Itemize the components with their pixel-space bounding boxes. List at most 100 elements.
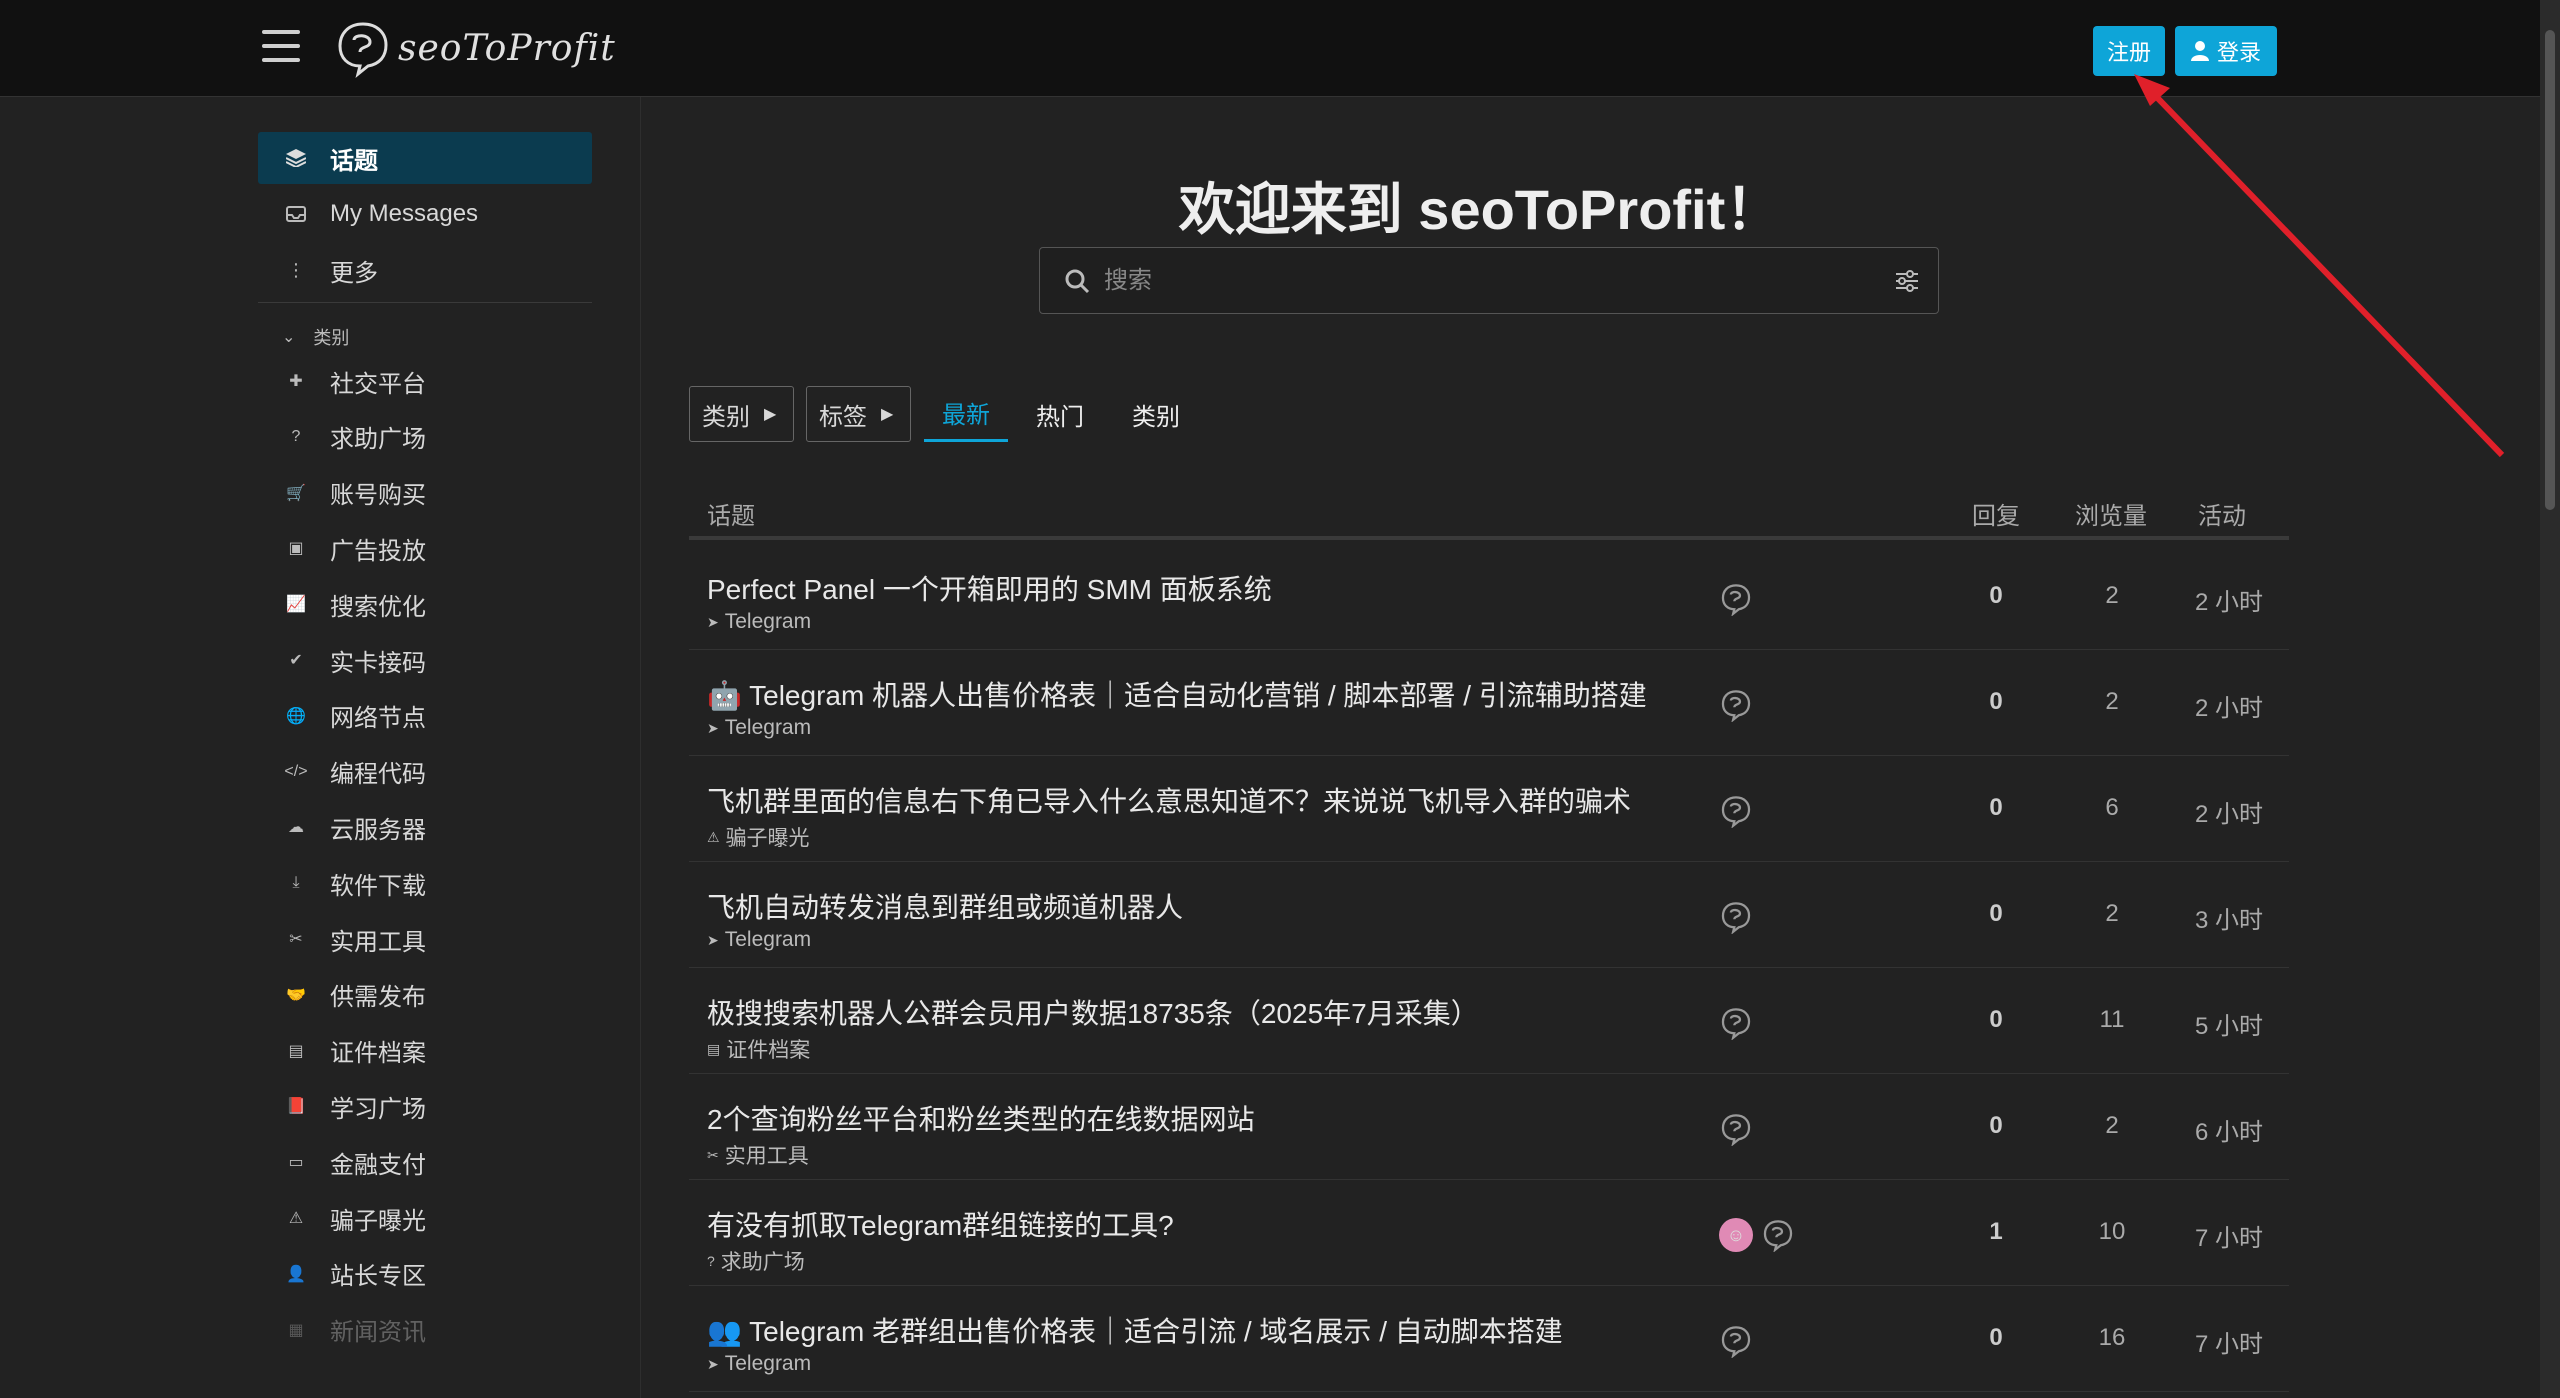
topic-category-badge[interactable]: ➤ Telegram [707,610,811,634]
sidebar-category-item[interactable]: ✔ 实卡接码 [258,634,592,686]
column-replies[interactable]: 回复 [1972,496,2020,531]
sidebar-category-item[interactable]: ▭ 金融支付 [258,1136,592,1188]
sidebar-category-item[interactable]: 🛒 账号购买 [258,467,592,519]
tools-icon: ✂ [289,931,303,948]
topic-category-badge[interactable]: ➤ Telegram [707,1352,811,1376]
topic-views: 2 [2105,900,2119,927]
credit-card-icon: ▭ [288,1154,304,1172]
poster-avatar[interactable] [1719,688,1753,723]
sidebar-category-item[interactable]: 📈 搜索优化 [258,578,592,630]
warning-icon: ⚠ [288,1210,304,1227]
tab-top[interactable]: 热门 [1036,386,1084,442]
topic-category-badge[interactable]: ▤ 证件档案 [707,1034,810,1064]
topic-views: 11 [2099,1006,2125,1033]
tags-dropdown[interactable]: 标签 ▶ [806,386,911,442]
column-topic[interactable]: 话题 [707,496,755,531]
search-bar[interactable] [1039,247,1939,314]
topic-title-link[interactable]: 飞机自动转发消息到群组或频道机器人 [707,886,1183,926]
sidebar-category-item[interactable]: 🌐 网络节点 [258,690,592,742]
sidebar-category-item[interactable]: 👤 站长专区 [258,1248,592,1300]
search-input[interactable] [1104,266,1894,295]
topic-title-link[interactable]: 🤖 Telegram 机器人出售价格表｜适合自动化营销 / 脚本部署 / 引流辅… [707,674,1647,714]
sidebar-item-my-messages[interactable]: My Messages [258,188,592,240]
question-icon: ? [291,427,301,445]
sidebar-item-label: 云服务器 [330,816,426,844]
topic-title-link[interactable]: Perfect Panel 一个开箱即用的 SMM 面板系统 [707,568,1272,608]
code-icon: </> [284,762,308,780]
scrollbar[interactable] [2540,0,2560,1398]
poster-avatar[interactable] [1719,794,1753,829]
topic-category-badge[interactable]: ➤ Telegram [707,716,811,740]
globe-icon: 🌐 [286,707,306,725]
topic-activity[interactable]: 2 小时 [2159,794,2299,829]
sidebar-item-topics[interactable]: 话题 [258,132,592,184]
categories-header-label: 类别 [313,328,350,348]
tags-dropdown-label: 标签 [819,403,867,431]
poster-avatar[interactable] [1719,900,1753,935]
poster-avatar[interactable] [1719,1324,1753,1359]
categories-section-header[interactable]: ⌄ 类别 [282,322,349,352]
site-logo[interactable]: seoToProfit [334,16,616,80]
topic-activity[interactable]: 3 小时 [2159,900,2299,935]
sidebar-category-item[interactable]: ⚠ 骗子曝光 [258,1192,592,1244]
inbox-icon [282,206,310,222]
topic-category-label: 求助广场 [720,1251,805,1274]
sidebar-category-item[interactable]: </> 编程代码 [258,746,592,798]
sidebar-category-item[interactable]: ? 求助广场 [258,411,592,463]
sidebar-category-item[interactable]: ✂ 实用工具 [258,913,592,965]
hamburger-menu-icon[interactable] [262,30,300,64]
topic-category-badge[interactable]: ? 求助广场 [707,1246,805,1276]
scrollbar-thumb[interactable] [2545,30,2555,510]
sidebar-item-more[interactable]: ⋮ 更多 [258,244,592,296]
sidebar-category-item[interactable]: ▣ 广告投放 [258,522,592,574]
sidebar-category-item[interactable]: ✚ 社交平台 [258,355,592,407]
topic-category-badge[interactable]: ✂ 实用工具 [707,1140,809,1170]
topic-activity[interactable]: 7 小时 [2159,1324,2299,1359]
topic-category-badge[interactable]: ➤ Telegram [707,928,811,952]
sidebar-item-label: 网络节点 [330,705,426,733]
sidebar-item-label: 账号购买 [330,482,426,510]
topic-category-badge[interactable]: ⚠ 骗子曝光 [707,822,810,852]
telegram-icon: ➤ [707,1355,719,1372]
sidebar-category-item[interactable]: ☁ 云服务器 [258,801,592,853]
sidebar-category-item[interactable]: 🤝 供需发布 [258,969,592,1021]
topic-row: Perfect Panel 一个开箱即用的 SMM 面板系统 ➤ Telegram 0… [689,544,2289,650]
topic-category-label: Telegram [724,610,812,633]
sidebar-item-label: 学习广场 [330,1095,426,1123]
topic-title-link[interactable]: 极搜搜索机器人公群会员用户数据18735条（2025年7月采集） [707,992,1479,1032]
topic-activity[interactable]: 5 小时 [2159,1006,2299,1041]
sidebar-category-item[interactable]: ▤ 证件档案 [258,1025,592,1077]
poster-avatar[interactable] [1719,1112,1753,1147]
poster-avatar[interactable] [1719,582,1753,617]
tab-categories[interactable]: 类别 [1132,386,1180,442]
search-options-icon[interactable] [1894,269,1920,293]
topic-title-link[interactable]: 2个查询粉丝平台和粉丝类型的在线数据网站 [707,1098,1255,1138]
poster-avatar[interactable]: ☺ [1719,1218,1753,1252]
categories-dropdown[interactable]: 类别 ▶ [689,386,794,442]
topic-title-link[interactable]: 飞机群里面的信息右下角已导入什么意思知道不？来说说飞机导入群的骗术 [707,780,1631,820]
welcome-banner: 欢迎来到 seoToProfit！ [1178,178,1782,241]
topic-title-link[interactable]: 👥 Telegram 老群组出售价格表｜适合引流 / 域名展示 / 自动脚本搭建 [707,1310,1563,1350]
top-header: seoToProfit 注册 登录 [0,0,2540,97]
topic-row: 飞机自动转发消息到群组或频道机器人 ➤ Telegram 0 2 3 小时 [689,862,2289,968]
telegram-icon: ➤ [707,719,719,736]
sidebar-item-label: 软件下载 [330,872,426,900]
topic-activity[interactable]: 7 小时 [2159,1218,2299,1253]
sidebar-category-item[interactable]: 📕 学习广场 [258,1080,592,1132]
topic-activity[interactable]: 2 小时 [2159,582,2299,617]
column-views[interactable]: 浏览量 [2075,496,2147,531]
poster-avatar[interactable] [1719,1006,1753,1041]
poster-avatar[interactable] [1761,1218,1795,1253]
sidebar-category-item[interactable]: ⤓ 软件下载 [258,857,592,909]
topic-activity[interactable]: 2 小时 [2159,688,2299,723]
column-activity[interactable]: 活动 [2198,496,2246,531]
user-icon [2190,41,2209,61]
tab-latest[interactable]: 最新 [924,386,1008,442]
sidebar-category-item[interactable]: ▦ 新闻资讯 [258,1304,592,1356]
handshake-icon: 🤝 [286,986,306,1004]
signup-button[interactable]: 注册 [2093,26,2165,76]
topic-replies: 0 [1989,794,2003,821]
topic-title-link[interactable]: 有没有抓取Telegram群组链接的工具? [707,1204,1174,1244]
login-button[interactable]: 登录 [2175,26,2277,76]
topic-activity[interactable]: 6 小时 [2159,1112,2299,1147]
